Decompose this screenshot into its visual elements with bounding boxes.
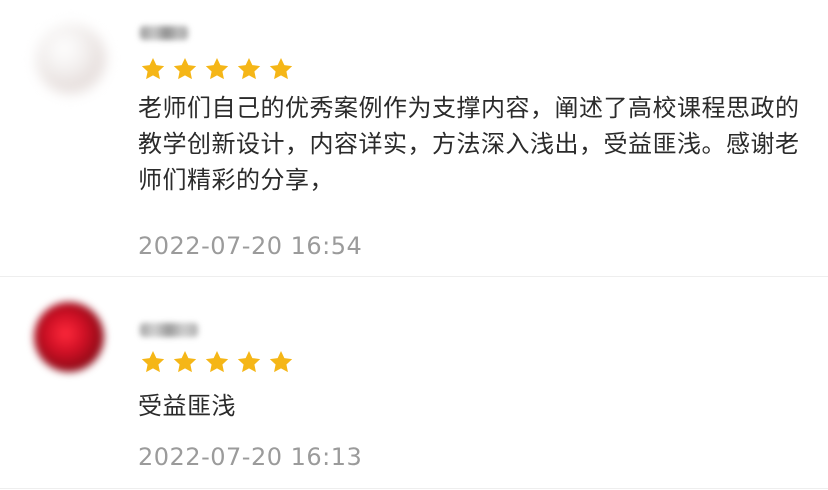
star-icon [268,56,294,82]
username-redacted [140,323,198,337]
star-icon [172,349,198,375]
divider [0,276,828,277]
star-icon [204,56,230,82]
star-icon [268,349,294,375]
avatar[interactable] [34,302,104,372]
star-icon [236,56,262,82]
avatar[interactable] [36,24,106,94]
comment-text: 老师们自己的优秀案例作为支撑内容，阐述了高校课程思政的教学创新设计，内容详实，方… [138,94,800,194]
username-redacted [140,26,188,40]
comment-timestamp: 2022-07-20 16:54 [138,232,363,260]
star-rating [140,349,294,379]
star-rating [140,56,294,86]
star-icon [204,349,230,375]
star-icon [140,349,166,375]
comment-text: 受益匪浅 [138,392,236,420]
comment-timestamp: 2022-07-20 16:13 [138,443,363,471]
star-icon [236,349,262,375]
divider [0,488,828,489]
star-icon [140,56,166,82]
star-icon [172,56,198,82]
